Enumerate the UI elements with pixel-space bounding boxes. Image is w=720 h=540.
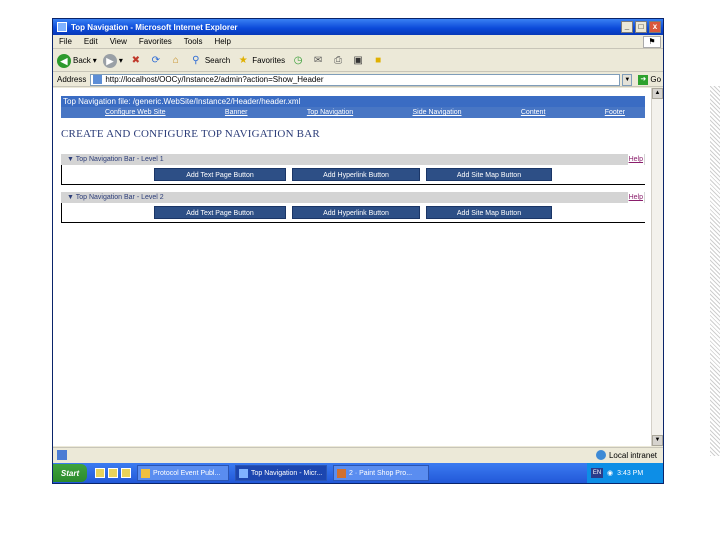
back-button[interactable]: ◀ Back ▾ xyxy=(57,53,97,68)
task-app-icon xyxy=(141,468,150,478)
level-2-label: ▼ Top Navigation Bar - Level 2 xyxy=(67,194,164,201)
favorites-button[interactable]: ★ Favorites xyxy=(236,54,285,68)
nav-content[interactable]: Content xyxy=(521,107,546,118)
window-controls: _ □ x xyxy=(621,21,661,33)
browser-window: Top Navigation - Microsoft Internet Expl… xyxy=(52,18,664,484)
vertical-scrollbar[interactable]: ▲ ▼ xyxy=(651,88,663,446)
windows-logo-icon: ⚑ xyxy=(643,36,661,48)
task-paint-shop[interactable]: 2 · Paint Shop Pro... xyxy=(333,465,429,481)
address-dropdown-icon[interactable]: ▼ xyxy=(622,73,633,86)
scroll-down-icon[interactable]: ▼ xyxy=(652,435,663,446)
quick-launch-outlook-icon[interactable] xyxy=(108,468,118,478)
add-site-map-button[interactable]: Add Site Map Button xyxy=(426,206,552,219)
level-2-help-link[interactable]: Help xyxy=(627,192,644,203)
task-protocol[interactable]: Protocol Event Publ... xyxy=(137,465,229,481)
language-indicator[interactable]: EN xyxy=(591,468,603,478)
search-button[interactable]: ⚲ Search xyxy=(189,54,230,68)
add-text-page-button[interactable]: Add Text Page Button xyxy=(154,206,286,219)
page-title: CREATE AND CONFIGURE TOP NAVIGATION BAR xyxy=(61,128,320,140)
minimize-button[interactable]: _ xyxy=(621,21,633,33)
page-status-icon xyxy=(57,449,67,460)
nav-top-navigation[interactable]: Top Navigation xyxy=(307,107,353,118)
menu-edit[interactable]: Edit xyxy=(84,37,98,46)
search-icon: ⚲ xyxy=(192,54,200,66)
zone-label: Local intranet xyxy=(608,450,657,460)
ie-icon xyxy=(57,22,67,32)
level-2-buttons: Add Text Page Button Add Hyperlink Butto… xyxy=(154,206,552,219)
forward-button[interactable]: ▶ ▾ xyxy=(102,53,123,68)
star-icon: ★ xyxy=(238,54,248,66)
back-arrow-icon: ◀ xyxy=(57,53,71,68)
quick-launch-ie-icon[interactable] xyxy=(95,468,105,478)
task-top-navigation[interactable]: Top Navigation - Micr... xyxy=(235,465,327,481)
dotted-edge-decoration xyxy=(710,86,720,456)
file-path-bar: Top Navigation file: /generic.WebSite/In… xyxy=(61,96,645,107)
taskbar: Start Protocol Event Publ... Top Navigat… xyxy=(53,463,663,483)
level-2-body: Add Text Page Button Add Hyperlink Butto… xyxy=(61,203,645,223)
clock: 3:43 PM xyxy=(617,469,644,477)
maximize-button[interactable]: □ xyxy=(635,21,647,33)
nav-banner[interactable]: Banner xyxy=(225,107,248,118)
nav-configure-web-site[interactable]: Configure Web Site xyxy=(105,107,166,118)
system-tray: EN ◉ 3:43 PM xyxy=(587,463,663,483)
level-1-label: ▼ Top Navigation Bar - Level 1 xyxy=(67,156,164,163)
messenger-icon[interactable]: ■ xyxy=(371,54,385,68)
close-button[interactable]: x xyxy=(649,21,661,33)
address-bar: Address http://localhost/OOCy/Instance2/… xyxy=(53,73,663,87)
level-1-buttons: Add Text Page Button Add Hyperlink Butto… xyxy=(154,168,552,181)
refresh-icon[interactable]: ⟳ xyxy=(149,54,163,68)
edit-icon[interactable]: ▣ xyxy=(351,54,365,68)
toolbar: ◀ Back ▾ ▶ ▾ ✖ ⟳ ⌂ ⚲ Search ★ Favorites … xyxy=(53,50,663,72)
title-bar[interactable]: Top Navigation - Microsoft Internet Expl… xyxy=(53,19,663,35)
forward-arrow-icon: ▶ xyxy=(102,53,117,68)
address-input[interactable]: http://localhost/OOCy/Instance2/admin?ac… xyxy=(90,73,621,86)
scroll-up-icon[interactable]: ▲ xyxy=(652,88,663,99)
print-icon[interactable]: ⎙ xyxy=(331,54,345,68)
tray-icon: ◉ xyxy=(607,470,614,477)
security-zone: Local intranet xyxy=(595,450,657,460)
quick-launch xyxy=(95,468,131,478)
page-icon xyxy=(93,75,103,84)
add-site-map-button[interactable]: Add Site Map Button xyxy=(426,168,552,181)
task-psp-icon xyxy=(337,468,346,478)
level-1-help-link[interactable]: Help xyxy=(627,154,644,165)
nav-side-navigation[interactable]: Side Navigation xyxy=(413,107,462,118)
menu-favorites[interactable]: Favorites xyxy=(139,37,172,46)
chevron-down-icon: ▾ xyxy=(92,56,97,65)
add-text-page-button[interactable]: Add Text Page Button xyxy=(154,168,286,181)
task-ie-icon xyxy=(239,468,248,478)
address-label: Address xyxy=(57,75,87,84)
page-content: Top Navigation file: /generic.WebSite/In… xyxy=(53,88,653,446)
menu-tools[interactable]: Tools xyxy=(184,37,203,46)
level-1-header[interactable]: ▼ Top Navigation Bar - Level 1 Help xyxy=(61,154,645,165)
nav-footer[interactable]: Footer xyxy=(605,107,625,118)
level-1-body: Add Text Page Button Add Hyperlink Butto… xyxy=(61,165,645,185)
stop-icon[interactable]: ✖ xyxy=(129,54,143,68)
level-2-header[interactable]: ▼ Top Navigation Bar - Level 2 Help xyxy=(61,192,645,203)
quick-launch-desktop-icon[interactable] xyxy=(121,468,131,478)
home-icon[interactable]: ⌂ xyxy=(169,54,183,68)
window-title: Top Navigation - Microsoft Internet Expl… xyxy=(71,22,238,32)
go-button[interactable]: ➜ Go xyxy=(638,74,661,85)
chevron-down-icon: ▾ xyxy=(118,56,123,65)
menu-bar: File Edit View Favorites Tools Help ⚑ xyxy=(53,35,663,49)
go-arrow-icon: ➜ xyxy=(638,74,649,85)
status-bar: Local intranet xyxy=(53,447,663,461)
menu-file[interactable]: File xyxy=(59,37,72,46)
menu-help[interactable]: Help xyxy=(214,37,230,46)
add-hyperlink-button[interactable]: Add Hyperlink Button xyxy=(292,168,420,181)
history-icon[interactable]: ◷ xyxy=(291,54,305,68)
start-button[interactable]: Start xyxy=(53,464,87,482)
menu-view[interactable]: View xyxy=(110,37,127,46)
mail-icon[interactable]: ✉ xyxy=(311,54,325,68)
address-url: http://localhost/OOCy/Instance2/admin?ac… xyxy=(105,75,324,84)
globe-icon xyxy=(595,450,606,460)
site-nav: Configure Web Site Banner Top Navigation… xyxy=(61,107,645,118)
add-hyperlink-button[interactable]: Add Hyperlink Button xyxy=(292,206,420,219)
